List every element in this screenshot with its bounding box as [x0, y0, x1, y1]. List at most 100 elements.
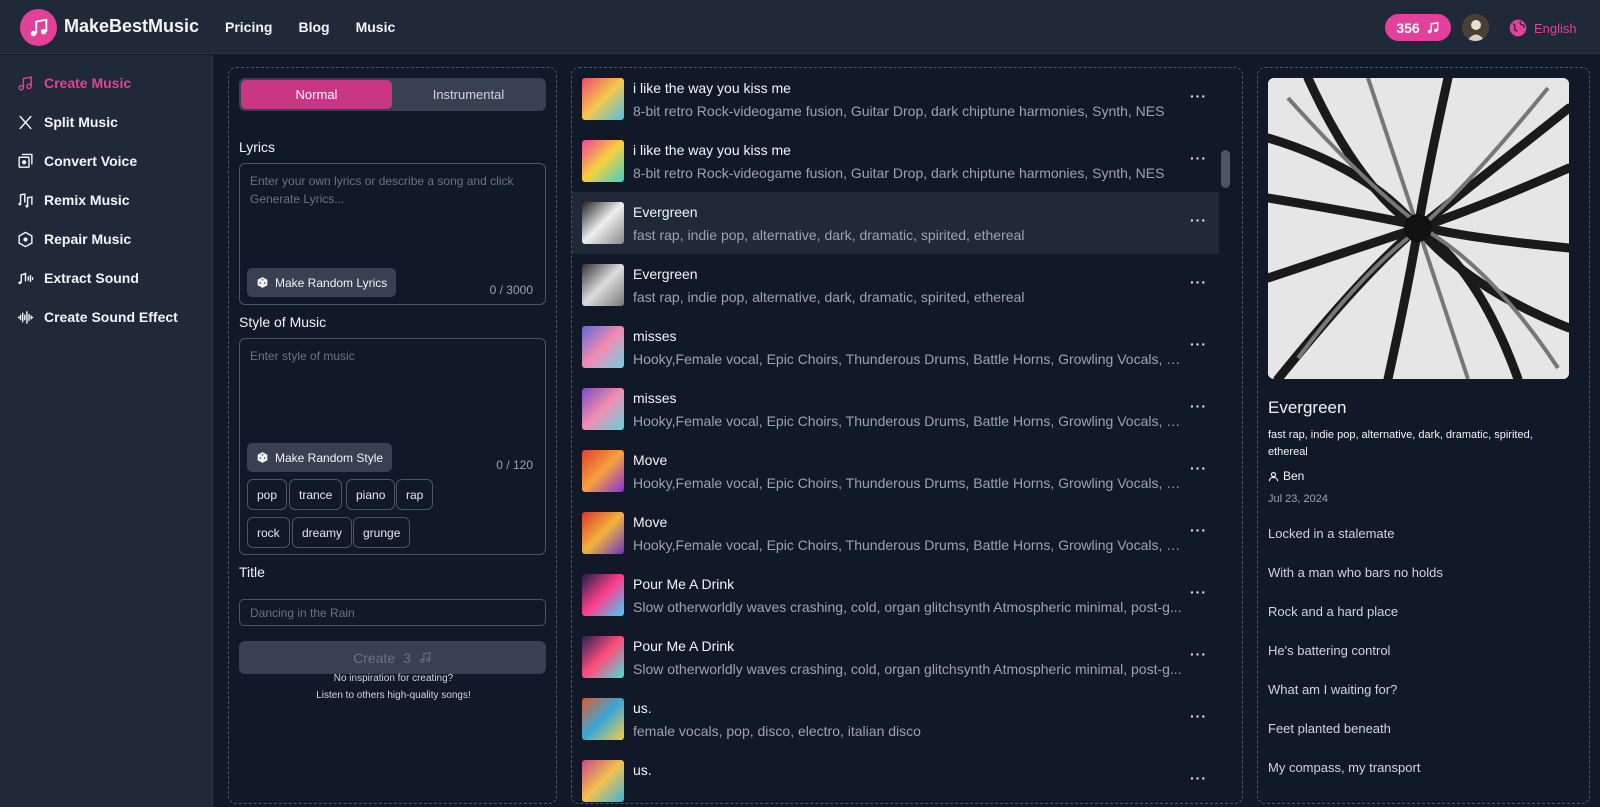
song-title[interactable]: Evergreen	[633, 266, 698, 282]
create-cost: 3	[403, 649, 411, 666]
song-list-panel: i like the way you kiss me 8-bit retro Ro…	[571, 67, 1243, 804]
song-title[interactable]: i like the way you kiss me	[633, 142, 791, 158]
more-options-icon[interactable]: ···	[1190, 770, 1207, 786]
sidebar-item-repair-music[interactable]: Repair Music	[17, 228, 131, 250]
lyric-line: Rock and a hard place	[1268, 604, 1399, 619]
song-title[interactable]: Pour Me A Drink	[633, 576, 734, 592]
song-tags: Slow otherworldly waves crashing, cold, …	[633, 599, 1182, 615]
more-options-icon[interactable]: ···	[1190, 398, 1207, 414]
song-thumbnail	[582, 264, 624, 306]
style-placeholder: Enter style of music	[250, 349, 355, 363]
song-row[interactable]: us. female vocals, pop, disco, electro, i…	[572, 688, 1219, 750]
song-thumbnail	[582, 450, 624, 492]
create-button[interactable]: Create 3	[239, 641, 546, 674]
scrollbar-thumb[interactable]	[1221, 150, 1230, 188]
style-chip[interactable]: rap	[396, 479, 434, 510]
more-options-icon[interactable]: ···	[1190, 708, 1207, 724]
style-chip[interactable]: pop	[247, 479, 288, 510]
song-tags: 8-bit retro Rock-videogame fusion, Guita…	[633, 165, 1165, 181]
song-row[interactable]: i like the way you kiss me 8-bit retro Ro…	[572, 130, 1219, 192]
convert-voice-icon	[18, 153, 33, 168]
more-options-icon[interactable]: ···	[1190, 584, 1207, 600]
song-tags: 8-bit retro Rock-videogame fusion, Guita…	[633, 103, 1165, 119]
song-thumbnail	[582, 698, 624, 740]
song-title[interactable]: i like the way you kiss me	[633, 80, 791, 96]
inspiration-link[interactable]: Listen to others high-quality songs!	[229, 690, 558, 701]
more-options-icon[interactable]: ···	[1190, 274, 1207, 290]
style-chip[interactable]: trance	[289, 479, 343, 510]
song-title[interactable]: us.	[633, 762, 652, 778]
lyrics-textarea[interactable]: Enter your own lyrics or describe a song…	[239, 163, 546, 305]
sidebar: Create Music Split Music Convert Voice R…	[0, 55, 213, 807]
song-detail-panel: Evergreen fast rap, indie pop, alternati…	[1257, 67, 1590, 804]
song-title[interactable]: Evergreen	[633, 204, 698, 220]
create-form-panel: Normal Instrumental Lyrics Enter your ow…	[228, 67, 557, 804]
style-chip[interactable]: grunge	[353, 517, 411, 548]
more-options-icon[interactable]: ···	[1190, 460, 1207, 476]
random-style-button[interactable]: Make Random Style	[247, 443, 393, 472]
song-row[interactable]: misses Hooky,Female vocal, Epic Choirs, T…	[572, 378, 1219, 440]
language-label: English	[1534, 20, 1577, 36]
song-title[interactable]: Pour Me A Drink	[633, 638, 734, 654]
song-thumbnail	[582, 760, 624, 802]
sidebar-item-label: Remix Music	[44, 192, 130, 208]
title-input[interactable]: Dancing in the Rain	[239, 599, 546, 626]
nav-blog[interactable]: Blog	[298, 19, 329, 35]
lyrics-placeholder: Enter your own lyrics or describe a song…	[250, 174, 514, 206]
song-row[interactable]: misses Hooky,Female vocal, Epic Choirs, T…	[572, 316, 1219, 378]
song-thumbnail	[582, 140, 624, 182]
logo-icon[interactable]	[20, 9, 57, 46]
style-char-count: 0 / 120	[496, 458, 533, 472]
more-options-icon[interactable]: ···	[1190, 88, 1207, 104]
style-chip[interactable]: rock	[247, 517, 290, 548]
more-options-icon[interactable]: ···	[1190, 522, 1207, 538]
sidebar-item-remix-music[interactable]: Remix Music	[17, 189, 130, 211]
song-title[interactable]: misses	[633, 328, 677, 344]
music-notes-icon	[18, 75, 32, 91]
song-row[interactable]: i like the way you kiss me 8-bit retro Ro…	[572, 68, 1219, 130]
sidebar-item-label: Extract Sound	[44, 270, 139, 286]
song-title[interactable]: misses	[633, 390, 677, 406]
song-tags: Hooky,Female vocal, Epic Choirs, Thunder…	[633, 537, 1186, 553]
mode-instrumental-button[interactable]: Instrumental	[393, 80, 544, 109]
song-row[interactable]: Evergreen fast rap, indie pop, alternativ…	[572, 254, 1219, 316]
sidebar-item-create-sound-effect[interactable]: Create Sound Effect	[17, 306, 178, 328]
random-lyrics-button[interactable]: Make Random Lyrics	[247, 268, 397, 297]
language-selector[interactable]: English	[1508, 18, 1577, 38]
sidebar-item-split-music[interactable]: Split Music	[17, 111, 118, 133]
music-note-icon	[419, 651, 431, 663]
sidebar-item-extract-sound[interactable]: Extract Sound	[17, 267, 139, 289]
song-title[interactable]: Move	[633, 452, 667, 468]
nav-pricing[interactable]: Pricing	[225, 19, 272, 35]
song-row[interactable]: Move Hooky,Female vocal, Epic Choirs, Thu…	[572, 502, 1219, 564]
inspiration-hint: No inspiration for creating?	[333, 673, 454, 684]
song-row[interactable]: Evergreen fast rap, indie pop, alternativ…	[572, 192, 1219, 254]
credits-count: 356	[1396, 19, 1420, 36]
credits-badge[interactable]: 356	[1385, 14, 1451, 41]
style-textarea[interactable]: Enter style of music Make Random Style 0…	[239, 338, 546, 555]
more-options-icon[interactable]: ···	[1190, 336, 1207, 352]
more-options-icon[interactable]: ···	[1190, 646, 1207, 662]
sidebar-item-convert-voice[interactable]: Convert Voice	[17, 150, 137, 172]
song-row[interactable]: us. ···	[572, 750, 1219, 803]
mode-normal-button[interactable]: Normal	[241, 80, 392, 109]
user-avatar[interactable]	[1462, 14, 1489, 41]
sidebar-item-create-music[interactable]: Create Music	[17, 72, 131, 94]
song-row[interactable]: Move Hooky,Female vocal, Epic Choirs, Thu…	[572, 440, 1219, 502]
detail-author[interactable]: Ben	[1268, 469, 1304, 483]
more-options-icon[interactable]: ···	[1190, 150, 1207, 166]
style-chip[interactable]: piano	[346, 479, 396, 510]
more-options-icon[interactable]: ···	[1190, 212, 1207, 228]
brand-name[interactable]: MakeBestMusic	[64, 16, 199, 37]
song-title[interactable]: us.	[633, 700, 652, 716]
lyric-line: Feet planted beneath	[1268, 721, 1391, 736]
repair-icon	[18, 231, 33, 247]
song-row[interactable]: Pour Me A Drink Slow otherworldly waves c…	[572, 564, 1219, 626]
song-title[interactable]: Move	[633, 514, 667, 530]
detail-tags: fast rap, indie pop, alternative, dark, …	[1268, 429, 1533, 458]
style-chip[interactable]: dreamy	[292, 517, 353, 548]
lyric-line: My compass, my transport	[1268, 760, 1421, 775]
song-tags: fast rap, indie pop, alternative, dark, …	[633, 289, 1025, 305]
song-row[interactable]: Pour Me A Drink Slow otherworldly waves c…	[572, 626, 1219, 688]
nav-music[interactable]: Music	[356, 19, 396, 35]
